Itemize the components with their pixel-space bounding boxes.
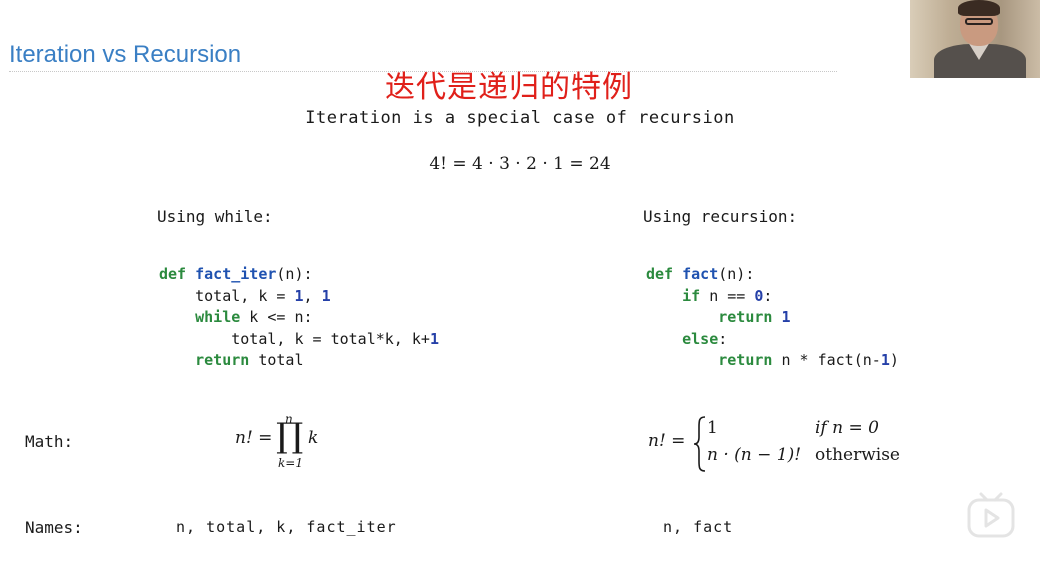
math-label: Math: xyxy=(25,432,74,451)
case-one-value: 1 xyxy=(707,418,718,438)
product-formula-lhs: n! = xyxy=(235,428,273,448)
right-heading: Using recursion: xyxy=(643,207,798,226)
names-label: Names: xyxy=(25,518,83,537)
case-two-condition: otherwise xyxy=(815,445,900,465)
product-symbol: ∏ xyxy=(276,416,304,456)
case-one-condition: if n = 0 xyxy=(815,418,879,438)
recursive-names: n, fact xyxy=(663,518,734,536)
presenter-webcam xyxy=(910,0,1040,78)
iterative-names: n, total, k, fact_iter xyxy=(176,518,397,536)
product-body: k xyxy=(308,428,319,448)
chinese-subtitle: 迭代是递归的特例 xyxy=(385,70,633,105)
recursive-code: def fact(n): if n == 0: return 1 else: r… xyxy=(646,265,899,369)
piecewise-lhs: n! = xyxy=(648,431,686,451)
bilibili-play-icon[interactable] xyxy=(965,488,1017,540)
factorial-example: 4! = 4 · 3 · 2 · 1 = 24 xyxy=(429,154,611,174)
piecewise-brace xyxy=(693,416,706,472)
left-heading: Using while: xyxy=(157,207,273,226)
slide-heading: Iteration is a special case of recursion xyxy=(305,108,735,128)
iterative-code: def fact_iter(n): total, k = 1, 1 while … xyxy=(159,265,439,369)
case-two-value: n · (n − 1)! xyxy=(707,445,802,465)
product-lower-bound: k=1 xyxy=(278,456,303,470)
slide-title: Iteration vs Recursion xyxy=(9,41,242,68)
